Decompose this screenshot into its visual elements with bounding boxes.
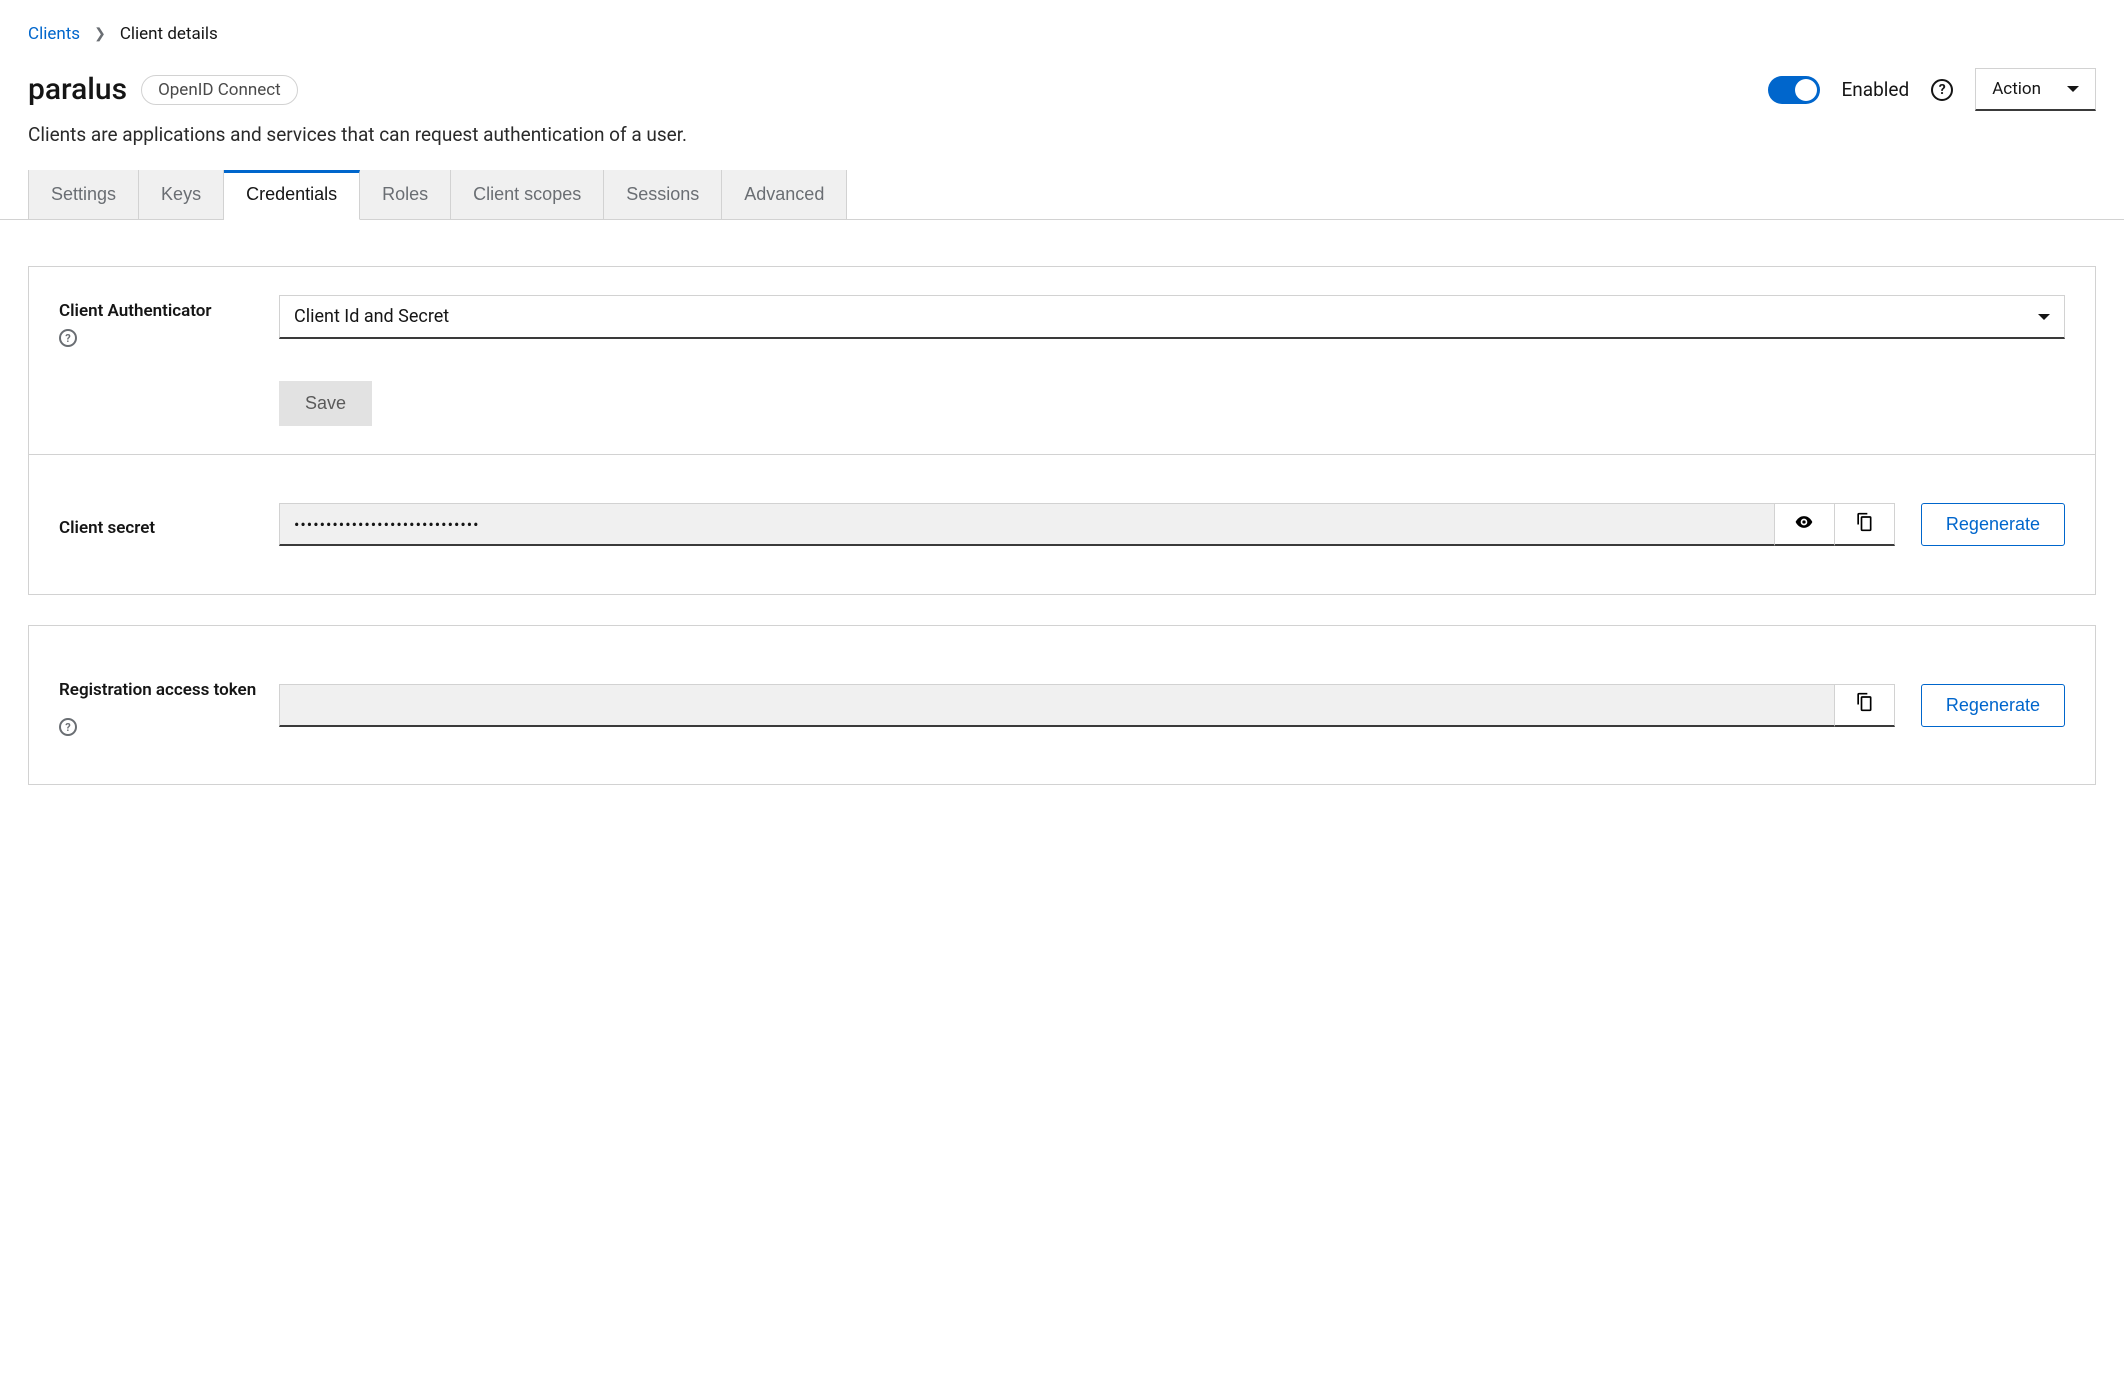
caret-down-icon — [2067, 86, 2079, 92]
protocol-badge: OpenID Connect — [141, 75, 298, 105]
page-description: Clients are applications and services th… — [28, 123, 2096, 146]
tab-advanced[interactable]: Advanced — [722, 170, 847, 219]
page-title: paralus — [28, 72, 127, 107]
registration-token-input[interactable] — [279, 684, 1835, 727]
action-dropdown[interactable]: Action — [1975, 68, 2096, 111]
client-secret-input[interactable] — [279, 503, 1775, 546]
tab-credentials[interactable]: Credentials — [224, 170, 360, 220]
help-icon[interactable]: ? — [1931, 79, 1953, 101]
tab-roles[interactable]: Roles — [360, 170, 451, 219]
reveal-secret-button[interactable] — [1775, 503, 1835, 546]
enabled-label: Enabled — [1842, 78, 1910, 101]
breadcrumb: Clients ❯ Client details — [28, 24, 2096, 44]
tab-sessions[interactable]: Sessions — [604, 170, 722, 219]
tab-settings[interactable]: Settings — [28, 170, 139, 219]
help-icon[interactable]: ? — [59, 718, 77, 736]
chevron-right-icon: ❯ — [94, 26, 106, 42]
registration-token-label: Registration access token — [59, 680, 256, 700]
enabled-toggle[interactable] — [1768, 76, 1820, 104]
eye-icon — [1794, 512, 1814, 537]
copy-icon — [1854, 512, 1874, 537]
copy-icon — [1854, 692, 1874, 717]
client-authenticator-select[interactable]: Client Id and Secret — [279, 295, 2065, 339]
save-button[interactable]: Save — [279, 381, 372, 426]
action-label: Action — [1992, 79, 2041, 99]
client-secret-label: Client secret — [59, 518, 155, 538]
breadcrumb-link-clients[interactable]: Clients — [28, 24, 80, 44]
copy-token-button[interactable] — [1835, 684, 1895, 727]
help-icon[interactable]: ? — [59, 329, 77, 347]
breadcrumb-current: Client details — [120, 24, 218, 44]
copy-secret-button[interactable] — [1835, 503, 1895, 546]
tab-client-scopes[interactable]: Client scopes — [451, 170, 604, 219]
select-value: Client Id and Secret — [294, 306, 449, 327]
toggle-knob — [1795, 79, 1817, 101]
client-authenticator-label: Client Authenticator — [59, 301, 279, 321]
regenerate-secret-button[interactable]: Regenerate — [1921, 503, 2065, 546]
tabs: Settings Keys Credentials Roles Client s… — [0, 170, 2124, 220]
regenerate-token-button[interactable]: Regenerate — [1921, 684, 2065, 727]
tab-keys[interactable]: Keys — [139, 170, 224, 219]
caret-down-icon — [2038, 314, 2050, 320]
